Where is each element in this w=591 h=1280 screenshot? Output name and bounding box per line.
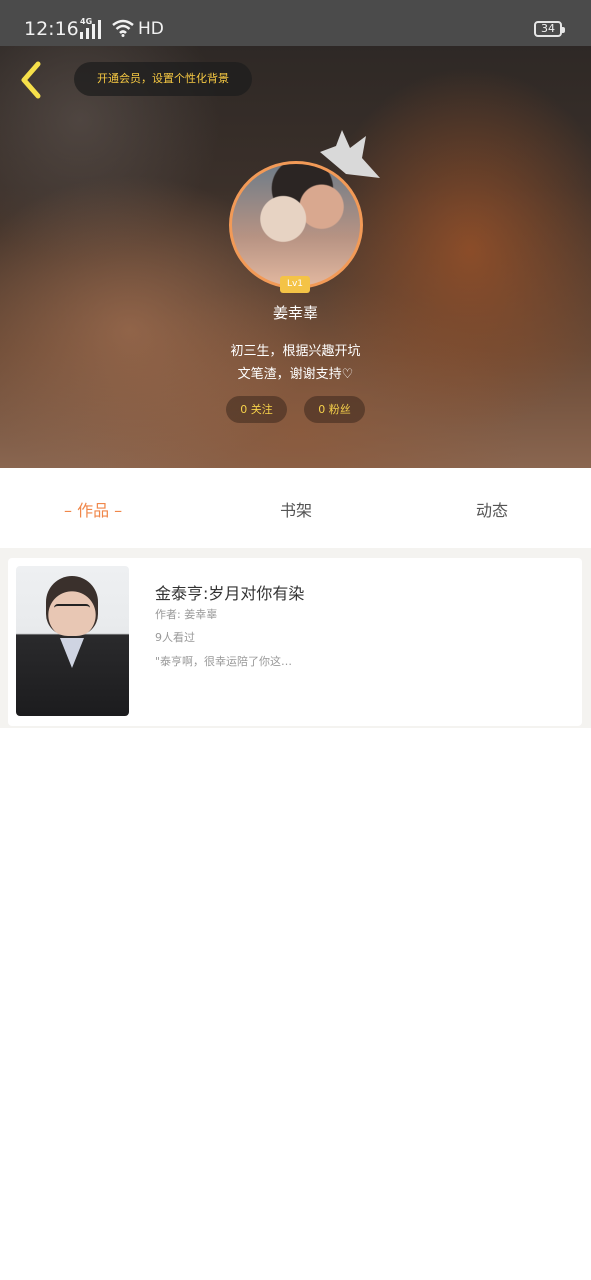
level-badge: Lv1 [280, 276, 310, 293]
book-author: 作者: 姜幸辜 [155, 608, 218, 621]
wifi-icon [112, 19, 134, 37]
avatar[interactable] [229, 161, 363, 289]
book-view-count: 9人看过 [155, 631, 195, 644]
signal-icon: 4G [80, 17, 106, 39]
following-count-button[interactable]: 0 关注 [226, 396, 287, 423]
tab-activity[interactable]: 动态 [476, 497, 508, 521]
book-cover[interactable] [16, 566, 129, 716]
username: 姜幸辜 [272, 304, 318, 322]
network-type-label: 4G [80, 17, 93, 26]
tab-bookshelf[interactable]: 书架 [280, 497, 312, 521]
battery-icon: 34 [534, 21, 565, 37]
book-excerpt: "泰亨啊，很幸运陪了你这… [155, 655, 293, 668]
tab-works[interactable]: – 作品 – [64, 497, 122, 521]
status-time: 12:16 [24, 18, 79, 40]
status-bar: 12:16 4G HD 34 [0, 0, 591, 46]
followers-count-button[interactable]: 0 粉丝 [304, 396, 365, 423]
bio-line-2: 文笔渣，谢谢支持♡ [237, 367, 354, 382]
bio-line-1: 初三生，根据兴趣开坑 [230, 344, 361, 359]
back-arrow-icon[interactable] [16, 58, 48, 102]
book-title[interactable]: 金泰亨:岁月对你有染 [155, 580, 304, 604]
profile-tabs: – 作品 – 书架 动态 [0, 468, 591, 548]
vip-background-button[interactable]: 开通会员，设置个性化背景 [74, 62, 252, 96]
hd-indicator: HD [138, 19, 164, 39]
